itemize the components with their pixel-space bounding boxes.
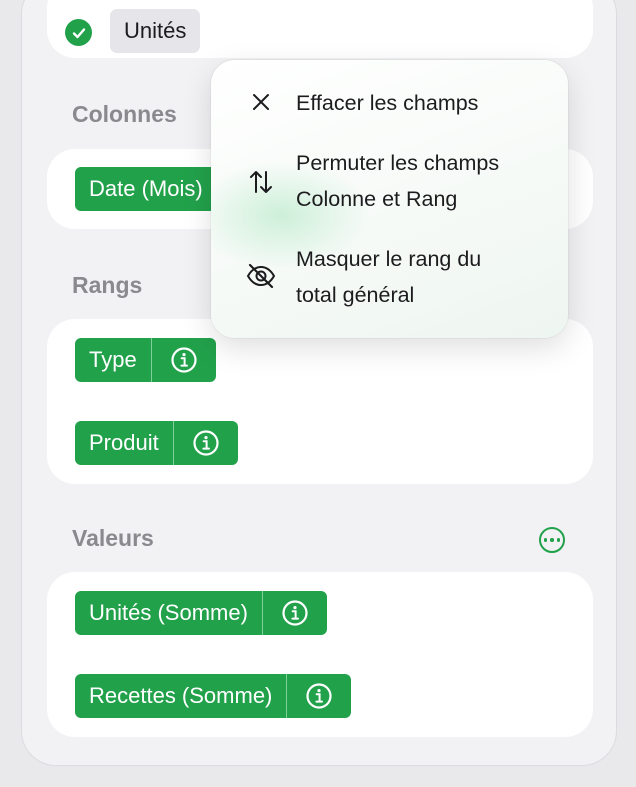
info-icon[interactable] <box>287 674 351 718</box>
section-title-columns: Colonnes <box>72 101 177 127</box>
info-icon[interactable] <box>174 421 238 465</box>
columns-field-label: Date (Mois) <box>89 176 203 201</box>
eye-slash-icon <box>245 260 277 292</box>
menu-item-clear-fields[interactable]: Effacer les champs <box>211 84 568 124</box>
rows-field-label-product: Produit <box>89 430 159 455</box>
values-field-label-revenue: Recettes (Somme) <box>89 683 273 708</box>
menu-item-label-line2: Colonne et Rang <box>296 187 458 211</box>
checkmark-icon[interactable] <box>65 19 92 46</box>
columns-field-pill[interactable]: Date (Mois) <box>75 167 217 211</box>
menu-item-hide-grand-total[interactable]: Masquer le rang du total général <box>211 242 568 314</box>
swap-arrows-icon <box>245 166 277 198</box>
info-icon[interactable] <box>152 338 216 382</box>
context-menu: Effacer les champs Permuter les champs C… <box>211 60 568 338</box>
top-field-label[interactable]: Unités <box>110 9 201 53</box>
section-title-values: Valeurs <box>72 525 154 551</box>
menu-item-label-line1: Masquer le rang du <box>296 247 482 271</box>
rows-field-pill-type[interactable]: Type <box>75 338 216 382</box>
values-field-label-units: Unités (Somme) <box>89 600 248 625</box>
rows-field-pill-product[interactable]: Produit <box>75 421 238 465</box>
more-options-icon[interactable] <box>539 527 565 553</box>
menu-item-label-line1: Permuter les champs <box>296 151 500 175</box>
menu-item-label-line2: total général <box>296 283 415 307</box>
values-field-pill-revenue[interactable]: Recettes (Somme) <box>75 674 352 718</box>
values-field-pill-units[interactable]: Unités (Somme) <box>75 591 327 635</box>
info-icon[interactable] <box>263 591 327 635</box>
section-title-rows: Rangs <box>72 272 143 298</box>
menu-item-swap-fields[interactable]: Permuter les champs Colonne et Rang <box>211 146 568 218</box>
menu-item-label: Effacer les champs <box>296 91 479 115</box>
close-icon <box>245 86 277 118</box>
rows-field-label-type: Type <box>89 347 137 372</box>
